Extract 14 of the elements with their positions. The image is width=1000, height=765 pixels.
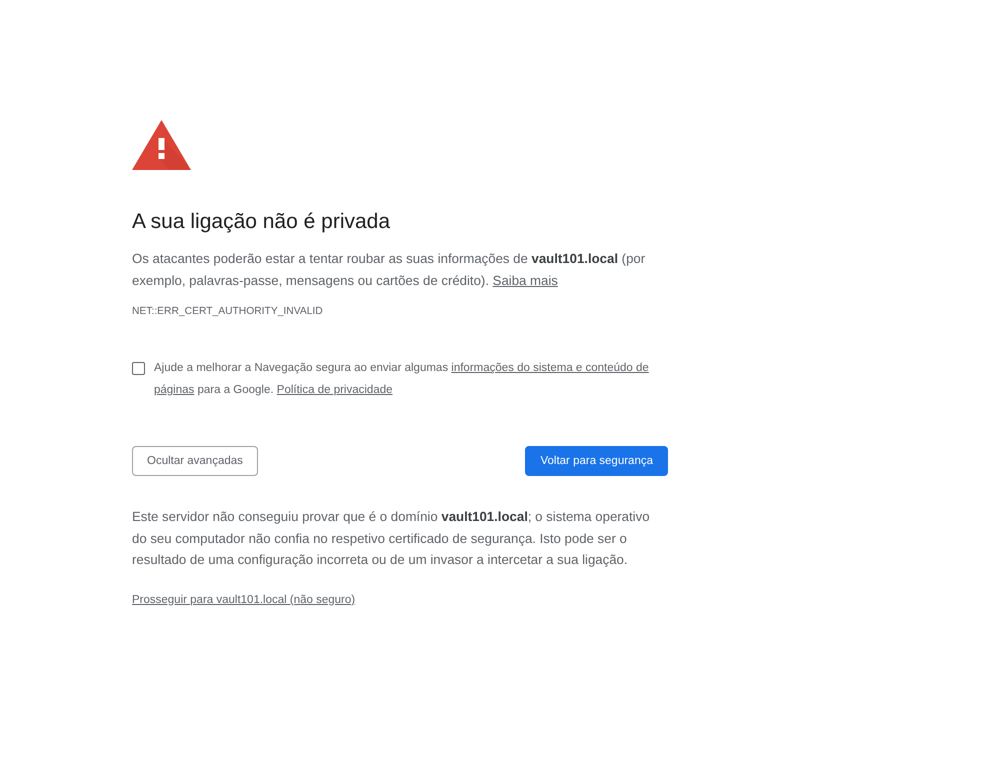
error-code: NET::ERR_CERT_AUTHORITY_INVALID <box>132 305 324 319</box>
checkbox[interactable] <box>132 362 145 375</box>
opt-in-text: Ajude a melhorar a Navegação segura ao enviar algumas informações do sistema e conteúdo de páginas para a Google. Política de privacidade <box>154 361 650 398</box>
inline-link[interactable]: páginas <box>154 384 194 396</box>
hide-advanced-button[interactable]: Ocultar avançadas <box>132 446 258 476</box>
proceed-link[interactable]: Prosseguir para vault101.local (não seguro) <box>132 594 356 606</box>
learn-more-link[interactable]: Saiba mais <box>492 273 558 288</box>
warning-text: Os atacantes poderão estar a tentar roubar as suas informações de vault101.local (por exemplo, palavras-passe, mensagens ou cartões de crédito). Saiba mais <box>132 250 646 290</box>
inline-link[interactable]: informações do sistema e conteúdo de <box>451 362 649 374</box>
back-to-safety-button[interactable]: Voltar para segurança <box>525 446 668 476</box>
warning-triangle-icon <box>132 120 191 170</box>
details-text: Este servidor não conseguiu provar que é o domínio vault101.local; o sistema operativo do seu computador não confia no respetivo certificado de segurança. Isto pode ser o resultado de uma configuração incorreta ou de um invasor a intercetar a sua ligação. <box>132 508 651 569</box>
inline-link[interactable]: Política de privacidade <box>276 384 393 396</box>
page-title: A sua ligação não é privada <box>132 209 392 235</box>
